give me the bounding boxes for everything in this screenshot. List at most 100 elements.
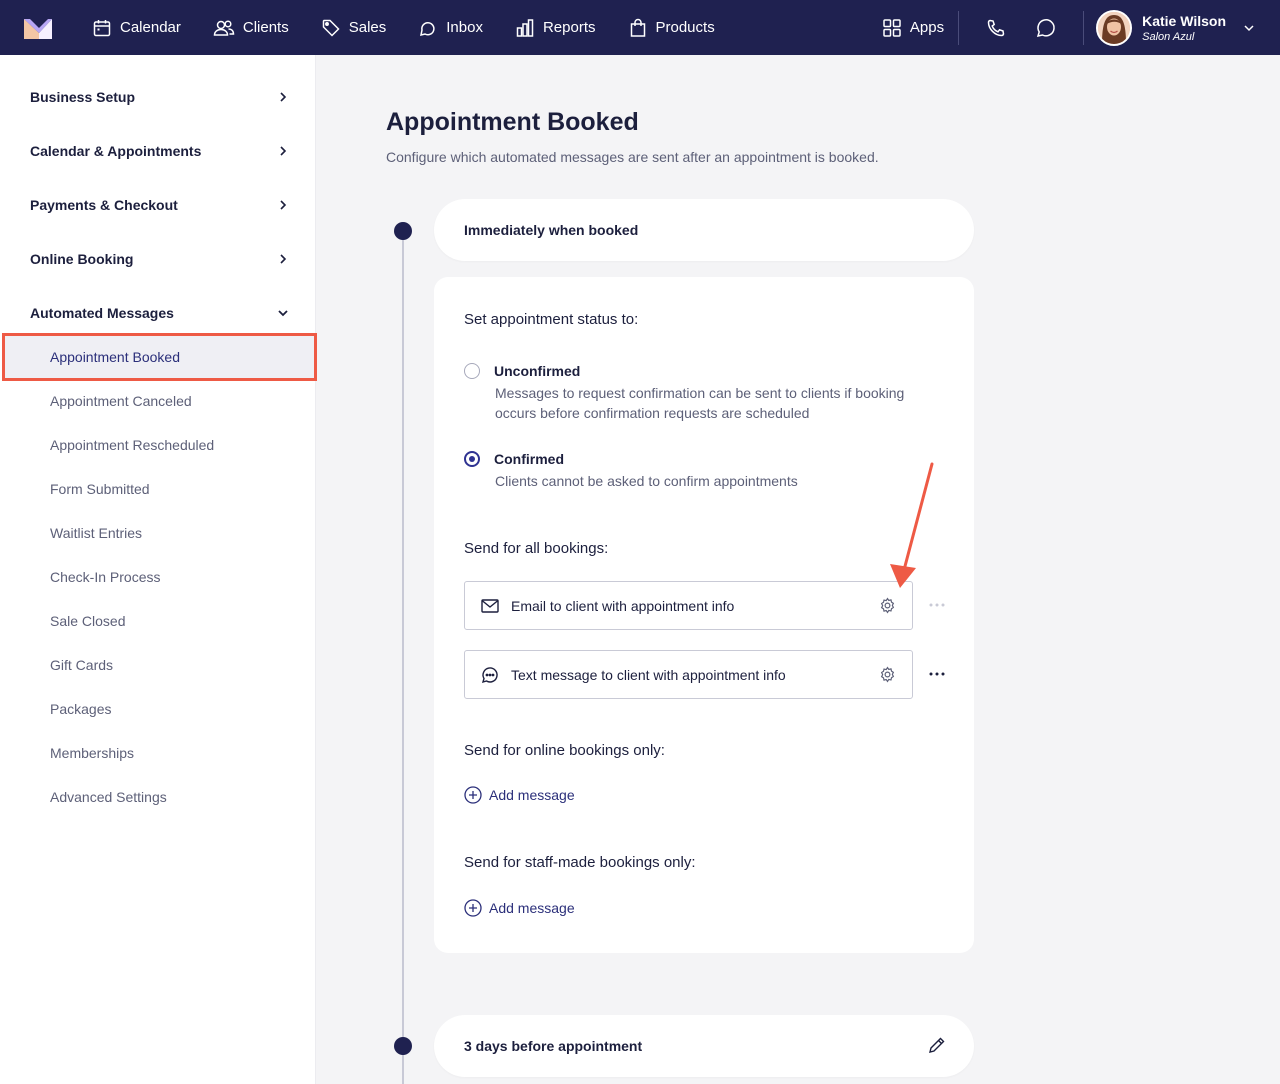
trigger-3-days-card[interactable]: 3 days before appointment xyxy=(434,1015,974,1077)
pencil-icon[interactable] xyxy=(928,1036,946,1057)
email-message-row[interactable]: Email to client with appointment info xyxy=(464,581,913,630)
timeline-line xyxy=(402,231,404,1084)
staff-bookings-heading: Send for staff-made bookings only: xyxy=(464,854,696,871)
user-info: Katie Wilson Salon Azul xyxy=(1142,13,1226,43)
sidebar-item-appointment-booked[interactable]: Appointment Booked xyxy=(2,333,317,381)
option-desc-unconfirmed: Messages to request confirmation can be … xyxy=(495,385,905,421)
option-title-confirmed: Confirmed xyxy=(494,451,564,467)
inbox-icon xyxy=(420,21,435,36)
chevron-right-icon xyxy=(280,146,287,156)
user-name: Katie Wilson xyxy=(1142,12,1226,29)
trigger-label: Immediately when booked xyxy=(464,222,639,238)
settings-sidebar: Business Setup Calendar & Appointments P… xyxy=(0,55,317,1084)
add-message-label: Add message xyxy=(489,787,575,803)
chevron-right-icon xyxy=(280,92,287,102)
avatar xyxy=(1096,9,1133,46)
top-navbar: Calendar Clients Sales Inbox Reports Pro… xyxy=(0,0,1280,55)
sidebar-section-label: Online Booking xyxy=(30,251,134,267)
page-description: Configure which automated messages are s… xyxy=(386,149,879,165)
sidebar-section-online-booking[interactable]: Online Booking xyxy=(30,247,290,271)
nav-products-label: Products xyxy=(655,19,715,36)
text-message-row[interactable]: Text message to client with appointment … xyxy=(464,650,913,699)
annotation-arrow-icon xyxy=(890,462,934,588)
sidebar-item-waitlist-entries[interactable]: Waitlist Entries xyxy=(50,525,142,541)
trigger-immediately-card: Immediately when booked xyxy=(434,199,974,261)
add-message-online-button[interactable]: Add message xyxy=(464,786,575,804)
user-menu[interactable]: Katie Wilson Salon Azul xyxy=(1084,0,1280,55)
chevron-down-icon xyxy=(278,310,288,317)
nav-clients[interactable]: Clients xyxy=(197,0,305,55)
nav-inbox-label: Inbox xyxy=(446,19,483,36)
radio-unconfirmed[interactable] xyxy=(464,363,480,379)
message-label: Email to client with appointment info xyxy=(511,597,735,614)
shopping-bag-icon xyxy=(630,18,645,37)
calendar-icon xyxy=(93,19,111,36)
timeline-dot xyxy=(394,222,412,240)
more-horizontal-icon xyxy=(929,672,945,676)
sidebar-section-payments-checkout[interactable]: Payments & Checkout xyxy=(30,193,290,217)
user-business: Salon Azul xyxy=(1142,30,1195,43)
sidebar-item-label: Appointment Booked xyxy=(50,349,180,365)
more-options-button[interactable] xyxy=(928,665,946,683)
sidebar-item-gift-cards[interactable]: Gift Cards xyxy=(50,657,113,673)
chevron-right-icon xyxy=(280,200,287,210)
bar-chart-icon xyxy=(516,18,534,37)
page-title: Appointment Booked xyxy=(386,108,639,136)
phone-button[interactable] xyxy=(971,0,1021,55)
chevron-down-icon xyxy=(1244,24,1254,31)
users-icon xyxy=(213,19,235,36)
tag-icon xyxy=(322,19,340,37)
nav-calendar-label: Calendar xyxy=(120,19,181,36)
sidebar-item-sale-closed[interactable]: Sale Closed xyxy=(50,613,126,629)
nav-sales[interactable]: Sales xyxy=(305,0,403,55)
sidebar-item-advanced-settings[interactable]: Advanced Settings xyxy=(50,789,167,805)
status-heading: Set appointment status to: xyxy=(464,311,639,328)
sidebar-section-label: Calendar & Appointments xyxy=(30,143,202,159)
online-bookings-heading: Send for online bookings only: xyxy=(464,742,665,759)
nav-reports[interactable]: Reports xyxy=(499,0,612,55)
trigger-label: 3 days before appointment xyxy=(464,1038,643,1054)
sidebar-section-business-setup[interactable]: Business Setup xyxy=(30,85,290,109)
message-settings-card: Set appointment status to: Unconfirmed M… xyxy=(434,277,974,953)
nav-inbox[interactable]: Inbox xyxy=(402,0,499,55)
phone-icon xyxy=(987,19,1005,36)
more-options-button[interactable] xyxy=(928,596,946,614)
nav-calendar[interactable]: Calendar xyxy=(76,0,197,55)
nav-clients-label: Clients xyxy=(242,19,289,36)
option-desc-confirmed: Clients cannot be asked to confirm appoi… xyxy=(495,473,798,489)
sidebar-item-check-in-process[interactable]: Check-In Process xyxy=(50,569,160,585)
nav-right: Apps Katie Wilson Salon Azul xyxy=(866,0,1280,55)
option-title-unconfirmed: Unconfirmed xyxy=(494,363,581,379)
sidebar-item-appointment-canceled[interactable]: Appointment Canceled xyxy=(50,393,192,409)
gear-icon[interactable] xyxy=(879,666,896,686)
apps-grid-icon xyxy=(883,18,901,37)
radio-confirmed[interactable] xyxy=(464,451,480,467)
sidebar-section-label: Payments & Checkout xyxy=(30,197,178,213)
chevron-right-icon xyxy=(280,254,287,264)
gear-icon[interactable] xyxy=(879,597,896,617)
message-label: Text message to client with appointment … xyxy=(511,666,786,683)
chat-button[interactable] xyxy=(1021,0,1071,55)
app-logo[interactable] xyxy=(24,17,54,39)
nav-apps[interactable]: Apps xyxy=(866,0,958,55)
nav-reports-label: Reports xyxy=(542,19,596,36)
sidebar-item-form-submitted[interactable]: Form Submitted xyxy=(50,481,150,497)
nav-apps-label: Apps xyxy=(909,19,945,36)
timeline-dot xyxy=(394,1037,412,1055)
envelope-icon xyxy=(481,598,499,613)
add-message-staff-button[interactable]: Add message xyxy=(464,899,575,917)
sidebar-item-memberships[interactable]: Memberships xyxy=(50,745,134,761)
plus-circle-icon xyxy=(464,899,482,917)
nav-sales-label: Sales xyxy=(348,19,387,36)
sidebar-section-automated-messages[interactable]: Automated Messages xyxy=(30,301,290,325)
all-bookings-heading: Send for all bookings: xyxy=(464,540,609,557)
sidebar-item-packages[interactable]: Packages xyxy=(50,701,111,717)
nav-products[interactable]: Products xyxy=(612,0,731,55)
sidebar-section-calendar-appointments[interactable]: Calendar & Appointments xyxy=(30,139,290,163)
sidebar-section-label: Business Setup xyxy=(30,89,136,105)
nav-divider xyxy=(958,10,960,45)
plus-circle-icon xyxy=(464,786,482,804)
add-message-label: Add message xyxy=(489,900,575,916)
chat-bubble-icon xyxy=(1037,18,1055,37)
sidebar-item-appointment-rescheduled[interactable]: Appointment Rescheduled xyxy=(50,437,214,453)
